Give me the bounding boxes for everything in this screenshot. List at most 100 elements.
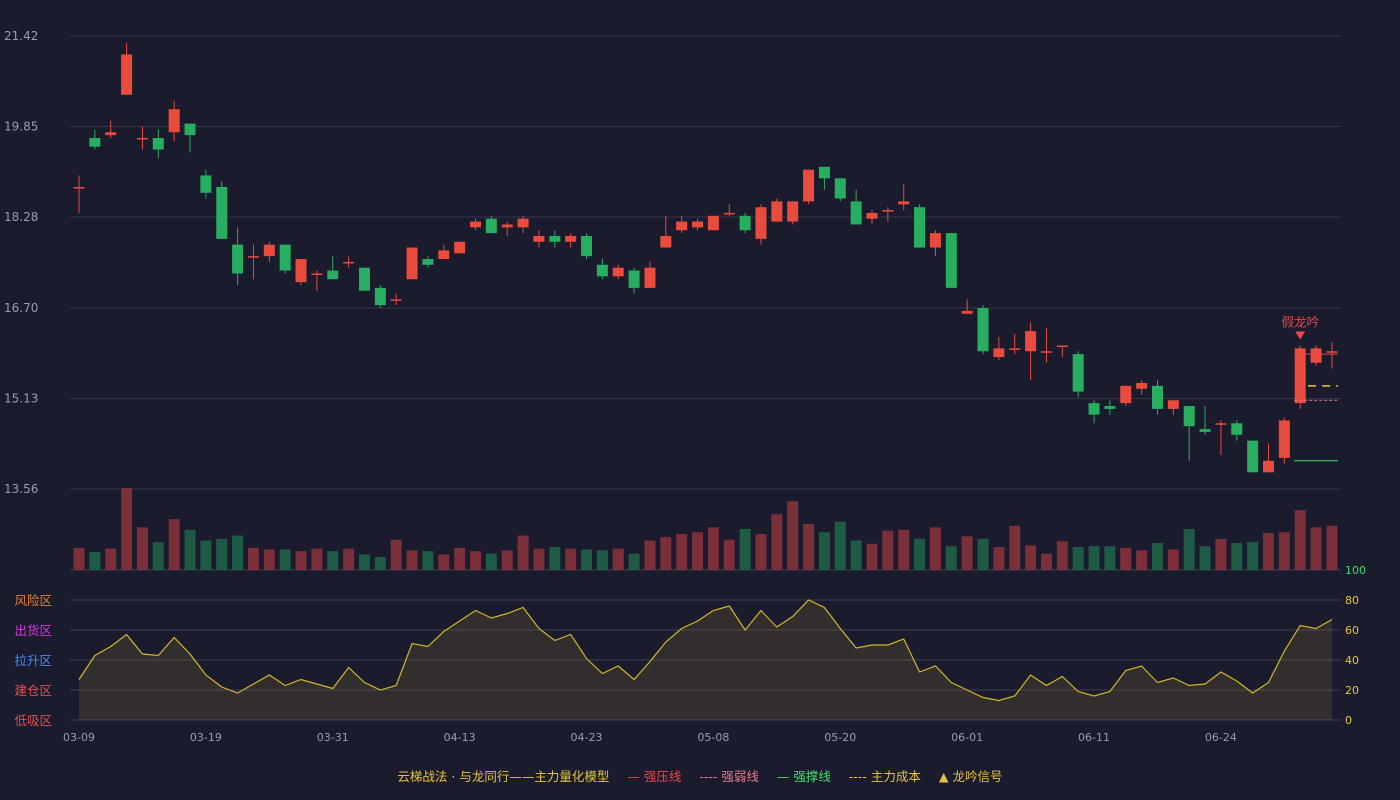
volume-bar (1183, 529, 1195, 570)
volume-bar (247, 547, 259, 570)
candle-body (660, 235, 672, 248)
candle-body (263, 244, 275, 257)
candle-body (390, 299, 402, 301)
volume-bar (358, 554, 370, 570)
volume-bar (723, 539, 735, 570)
volume-bar (374, 556, 386, 570)
candle-body (1104, 406, 1116, 409)
legend-label: 龙吟信号 (952, 769, 1003, 784)
volume-bar (1167, 549, 1179, 570)
volume-bar (1326, 525, 1338, 570)
candle-body (993, 348, 1005, 358)
indicator-tick-label: 60 (1345, 624, 1359, 637)
candle-body (343, 261, 355, 264)
volume-bar (470, 551, 481, 570)
volume-bar (136, 527, 148, 570)
zone-label: 拉升区 (14, 653, 52, 668)
volume-bar (168, 519, 180, 570)
candle-body (295, 259, 307, 283)
volume-bar (1009, 525, 1021, 570)
candle-body (1072, 354, 1084, 392)
volume-bar (596, 550, 608, 570)
candle-body (454, 241, 466, 254)
candle-body (1183, 406, 1195, 427)
legend-symbol: — (776, 769, 790, 784)
legend-symbol: ---- (699, 769, 718, 784)
candle-body (311, 273, 323, 275)
candle-body (882, 210, 894, 212)
candle-body (723, 212, 735, 215)
volume-bar (105, 548, 117, 570)
date-tick-label: 03-09 (63, 731, 95, 744)
volume-bar (660, 537, 672, 570)
volume-bar (834, 521, 846, 570)
candle-body (1278, 420, 1290, 458)
candle-body (692, 221, 704, 228)
volume-bar (977, 538, 989, 570)
candle-body (152, 138, 164, 150)
legend-title: 云梯战法 · 与龙同行——主力量化模型 (397, 769, 610, 784)
zone-label: 建仓区 (14, 683, 52, 698)
volume-bar (993, 547, 1005, 570)
volume-bar (200, 540, 212, 570)
date-tick-label: 05-08 (697, 731, 729, 744)
legend-label: 主力成本 (870, 769, 921, 784)
candle-body (232, 244, 244, 274)
volume-bar (1072, 547, 1084, 570)
zone-label: 出货区 (14, 623, 52, 638)
candle-body (216, 187, 228, 239)
candle-body (581, 235, 593, 257)
volume-bar (628, 553, 640, 570)
volume-bar (1120, 547, 1132, 570)
price-tick-label: 19.85 (4, 119, 38, 133)
candle-body (1040, 351, 1052, 353)
volume-bar (533, 548, 545, 570)
volume-bar (692, 532, 704, 570)
candle-body (850, 201, 862, 225)
volume-bar (787, 501, 799, 570)
volume-bar (422, 551, 434, 570)
candle-body (470, 221, 481, 228)
candle-body (121, 54, 133, 95)
candle-body (136, 138, 148, 140)
legend-label: 强弱线 (721, 769, 759, 784)
volume-bar (1294, 510, 1306, 570)
candle-body (755, 207, 767, 239)
legend-item-strong-support: — 强撑线 (777, 766, 831, 785)
candle-body (977, 308, 989, 352)
candle-body (327, 270, 339, 280)
candle-body (89, 138, 101, 147)
candle-body (945, 233, 957, 288)
candle-body (73, 187, 85, 189)
candle-body (105, 132, 117, 136)
candle-body (485, 218, 497, 234)
price-tick-label: 18.28 (4, 210, 38, 224)
volume-bar (501, 550, 513, 570)
candle-body (1136, 382, 1148, 389)
volume-bar (771, 514, 783, 570)
volume-bar (803, 524, 815, 570)
volume-bars (73, 488, 1338, 570)
volume-bar (755, 533, 767, 570)
legend-item-strong-resistance: — 强压线 (627, 766, 681, 785)
volume-bar (850, 540, 862, 570)
candle-body (707, 215, 719, 231)
volume-bar (89, 551, 101, 570)
volume-bar (73, 547, 85, 570)
price-tick-label: 21.42 (4, 29, 38, 43)
candle-body (1294, 348, 1306, 404)
volume-bar (1088, 546, 1100, 570)
date-tick-label: 04-23 (571, 731, 603, 744)
candle-body (914, 207, 926, 248)
candle-body (834, 178, 846, 199)
candle-body (374, 287, 386, 306)
date-tick-label: 03-19 (190, 731, 222, 744)
volume-bar (644, 540, 656, 570)
chart-legend: 云梯战法 · 与龙同行——主力量化模型 — 强压线 ---- 强弱线 — 强撑线 --… (0, 766, 1400, 785)
date-tick-label: 06-01 (951, 731, 983, 744)
volume-bar (676, 533, 688, 570)
triangle-icon: ▲ (938, 769, 949, 784)
volume-bar (914, 538, 926, 570)
candle-body (184, 123, 196, 136)
candle-body (787, 201, 799, 222)
